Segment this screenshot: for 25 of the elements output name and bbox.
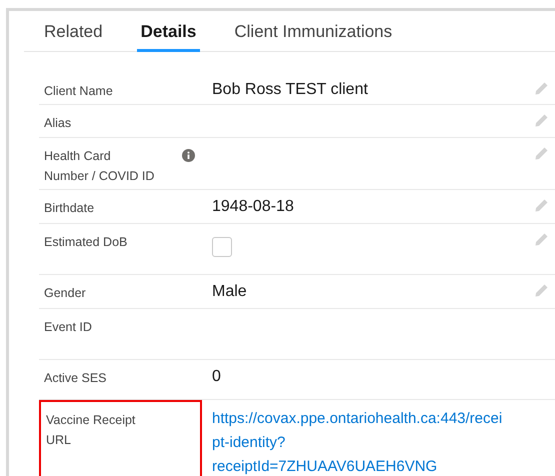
field-value: 1948-08-18 — [212, 197, 295, 217]
info-icon[interactable] — [182, 149, 195, 162]
field-value: 0 — [212, 367, 222, 387]
field-label: Event ID — [44, 319, 93, 336]
field-label: Estimated DoB — [44, 234, 128, 251]
field-label: Active SES — [44, 370, 108, 387]
field-label: Gender — [44, 285, 87, 302]
pencil-icon[interactable] — [533, 113, 549, 129]
field-label: Client Name — [44, 83, 114, 100]
field-label: Health Card Number / COVID ID — [44, 148, 156, 185]
checkbox[interactable] — [212, 237, 232, 257]
field-value: Bob Ross TEST client — [212, 80, 369, 100]
pencil-icon[interactable] — [533, 81, 549, 97]
pencil-icon[interactable] — [533, 283, 549, 299]
tab[interactable]: Details — [136, 11, 200, 52]
pencil-icon[interactable] — [533, 198, 549, 214]
field-label: Vaccine Receipt URL — [46, 412, 136, 449]
receipt-link[interactable]: https://covax.ppe.ontariohealth.ca:443/receipt-identity?receiptId=7ZHUAAV6UAEH6VNG — [212, 407, 510, 476]
field-label: Birthdate — [44, 200, 96, 217]
tab[interactable]: Related — [40, 11, 107, 52]
field-label: Alias — [44, 115, 72, 132]
pencil-icon[interactable] — [533, 232, 549, 248]
pencil-icon[interactable] — [533, 146, 549, 162]
tab[interactable]: Client Immunizations — [230, 11, 396, 52]
field-value: Male — [212, 282, 248, 302]
